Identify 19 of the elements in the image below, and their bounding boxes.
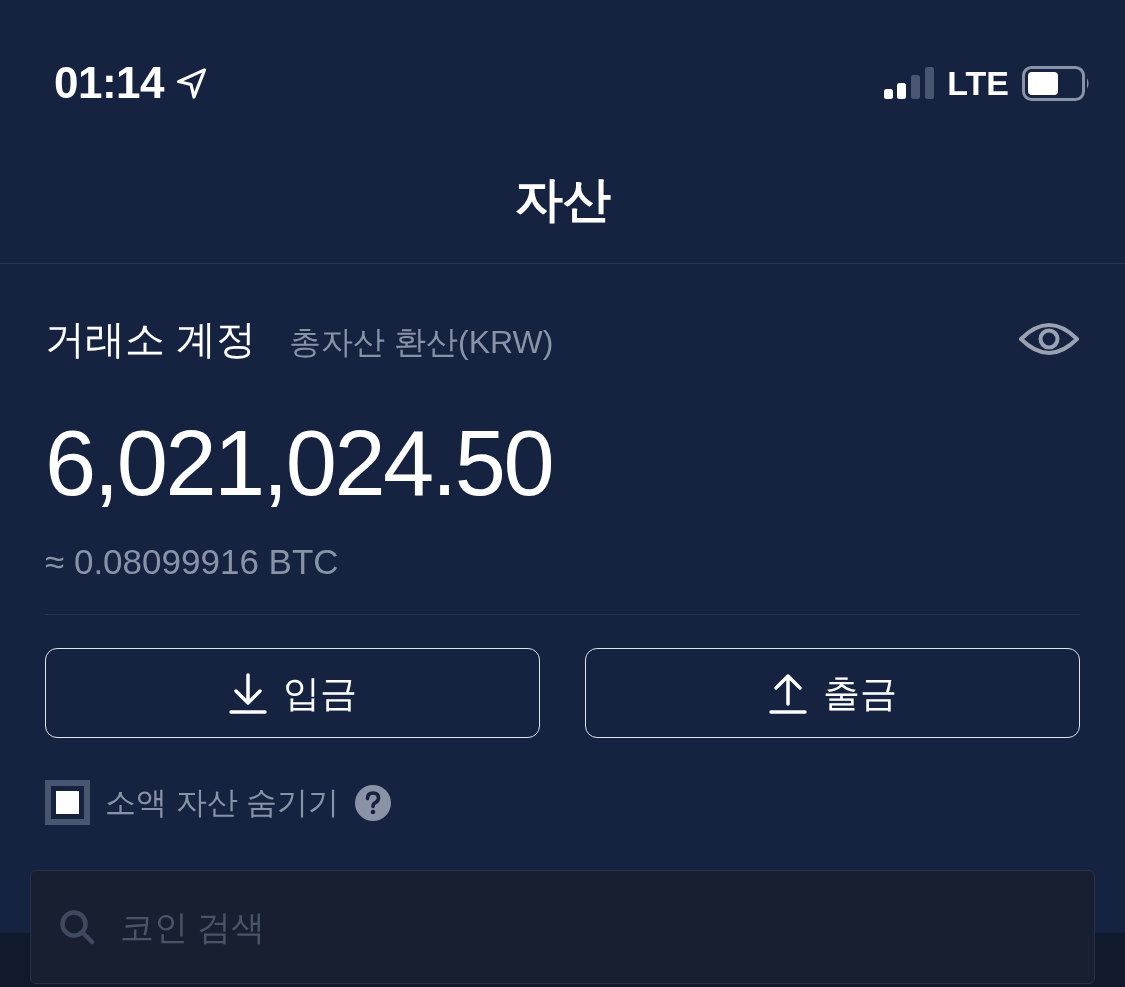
network-type: LTE bbox=[947, 66, 1009, 100]
account-title: 거래소 계정 bbox=[45, 319, 257, 359]
navigation-arrow-icon bbox=[176, 67, 208, 99]
withdraw-button[interactable]: 출금 bbox=[585, 648, 1080, 738]
total-balance: 6,021,024.50 bbox=[45, 417, 553, 509]
upload-arrow-icon bbox=[768, 672, 807, 714]
hide-small-balances-checkbox[interactable] bbox=[45, 780, 90, 825]
page-title: 자산 bbox=[514, 175, 611, 224]
deposit-button[interactable]: 입금 bbox=[45, 648, 540, 738]
download-arrow-icon bbox=[228, 672, 267, 714]
status-time: 01:14 bbox=[54, 61, 165, 105]
signal-icon bbox=[884, 67, 935, 99]
search-field[interactable]: 코인 검색 bbox=[30, 870, 1095, 984]
search-icon bbox=[59, 909, 95, 945]
help-icon[interactable] bbox=[355, 784, 392, 821]
btc-equivalent: ≈ 0.08099916 BTC bbox=[45, 542, 339, 582]
account-subtitle: 총자산 환산(KRW) bbox=[289, 326, 554, 358]
hide-small-balances-label: 소액 자산 숨기기 bbox=[105, 787, 340, 818]
battery-icon bbox=[1022, 65, 1090, 101]
